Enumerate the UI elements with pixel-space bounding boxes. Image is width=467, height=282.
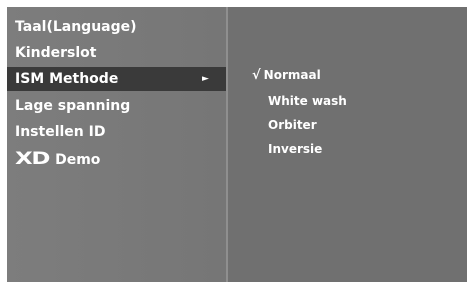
option-orbiter[interactable]: Orbiter	[268, 116, 317, 134]
option-label: White wash	[268, 94, 347, 108]
check-icon: √	[252, 68, 261, 83]
menu-item-label: ISM Methode	[15, 71, 119, 87]
menu-item-child-lock[interactable]: Kinderslot	[7, 41, 226, 65]
option-label: Normaal	[263, 68, 321, 82]
menu-item-label: Lage spanning	[15, 98, 131, 114]
osd-menu: Taal(Language) Kinderslot ISM Methode ► …	[7, 7, 467, 282]
menu-item-label: Kinderslot	[15, 45, 97, 61]
menu-item-label: Taal(Language)	[15, 19, 137, 35]
submenu-panel: √ Normaal White wash Orbiter Inversie	[228, 7, 467, 282]
menu-item-set-id[interactable]: Instellen ID	[7, 120, 226, 144]
menu-item-ism-method[interactable]: ISM Methode ►	[7, 67, 226, 91]
menu-item-label: Instellen ID	[15, 124, 106, 140]
menu-item-low-power[interactable]: Lage spanning	[7, 94, 226, 118]
main-menu-panel: Taal(Language) Kinderslot ISM Methode ► …	[7, 7, 226, 282]
menu-item-label: Demo	[55, 152, 101, 168]
arrow-right-icon: ►	[202, 74, 209, 84]
menu-item-language[interactable]: Taal(Language)	[7, 15, 226, 39]
xd-logo-icon: XD	[15, 149, 50, 169]
option-white-wash[interactable]: White wash	[268, 92, 347, 110]
option-inversie[interactable]: Inversie	[268, 140, 322, 158]
option-normaal[interactable]: √ Normaal	[252, 66, 321, 85]
option-label: Inversie	[268, 142, 323, 156]
option-label: Orbiter	[268, 118, 317, 132]
menu-item-xd-demo[interactable]: XD Demo	[7, 147, 226, 171]
